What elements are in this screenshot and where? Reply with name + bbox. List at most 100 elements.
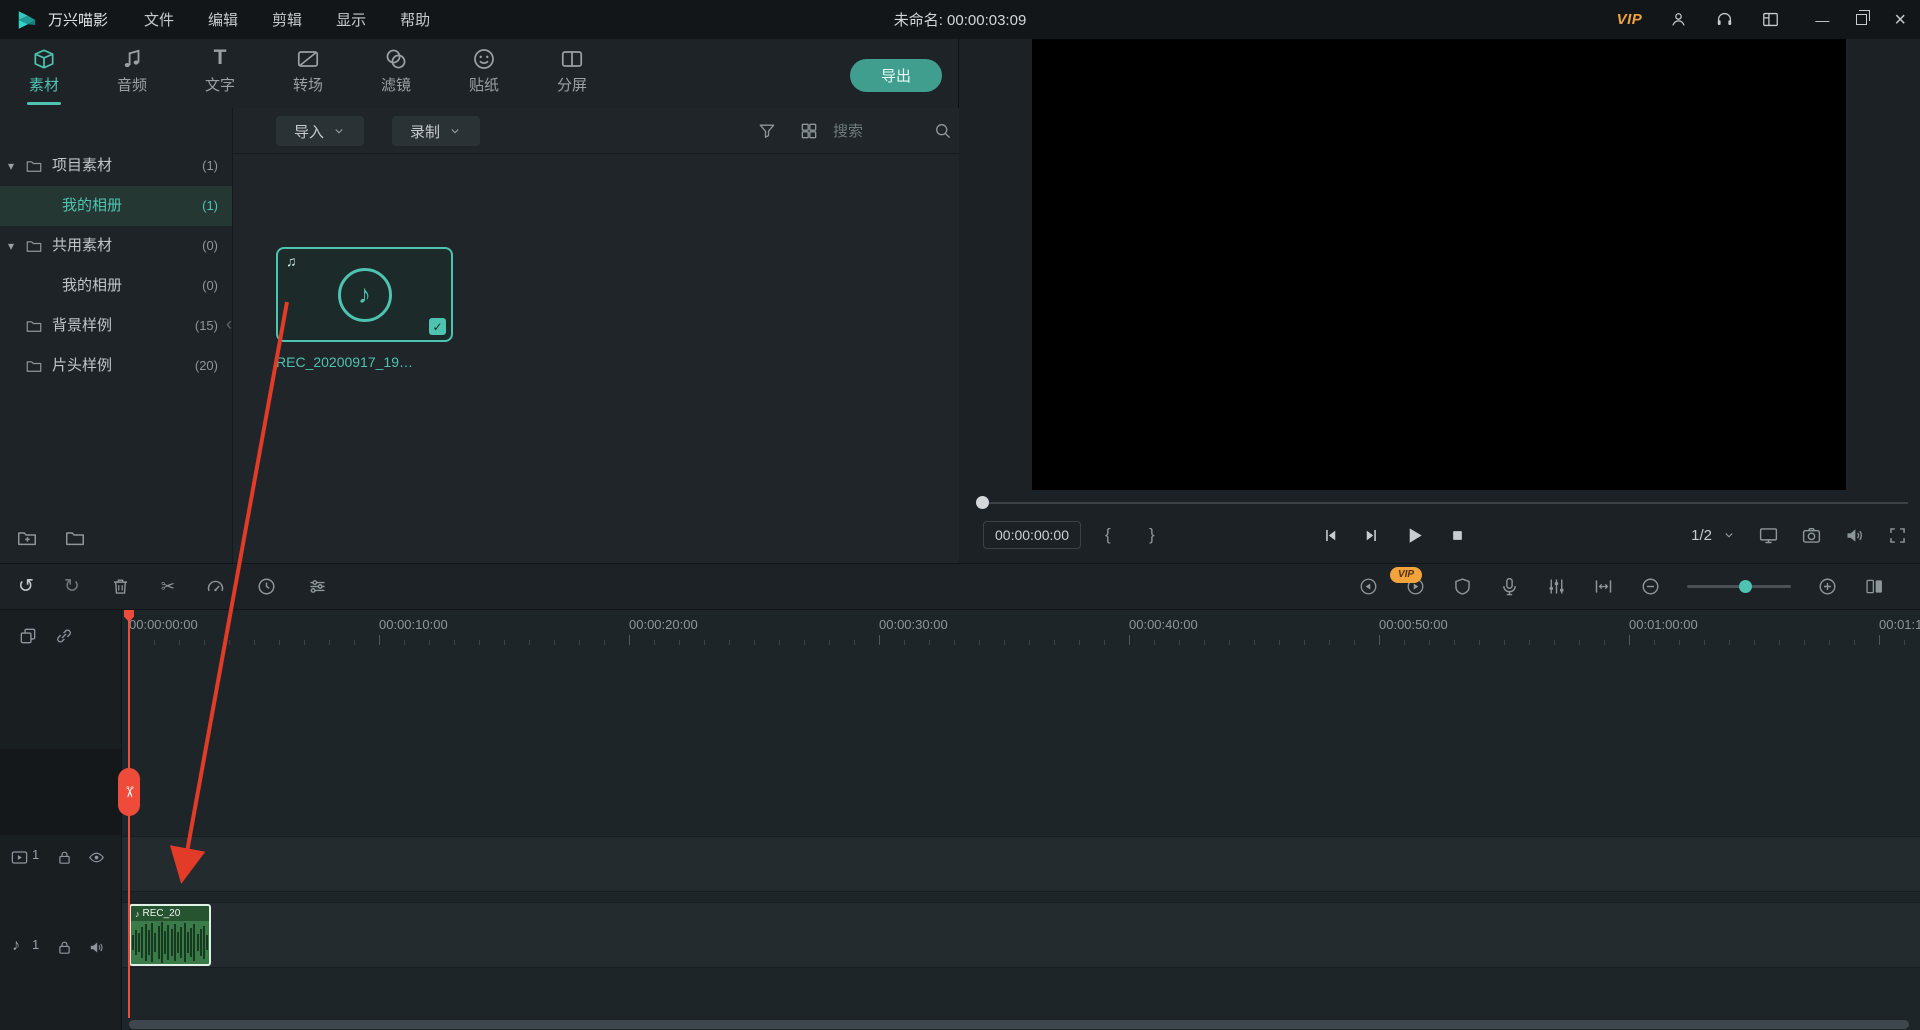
chevron-down-icon: [332, 124, 346, 138]
preview-options: 1/2: [1691, 519, 1908, 551]
manage-tracks-icon[interactable]: [18, 626, 38, 646]
undo-button[interactable]: ↺: [18, 577, 34, 596]
audio-mixer-icon[interactable]: [1546, 576, 1567, 597]
tree-item-my-album-shared[interactable]: 我的相册 (0): [0, 266, 232, 306]
next-frame-button[interactable]: [1362, 526, 1381, 545]
header-band: [0, 749, 121, 835]
zoom-slider[interactable]: [1687, 585, 1791, 588]
edit-tools: ↺ ↻ ✂: [18, 564, 328, 609]
stop-button[interactable]: [1448, 526, 1467, 545]
search-icon[interactable]: [933, 121, 952, 140]
scissors-icon: ✂: [120, 786, 138, 799]
snapshot-icon[interactable]: [1801, 525, 1822, 546]
filter-icon[interactable]: [757, 121, 777, 141]
menu-help[interactable]: 帮助: [400, 9, 430, 30]
zoom-in-icon[interactable]: [1817, 576, 1838, 597]
vip-badge[interactable]: VIP: [1617, 11, 1643, 28]
app-name: 万兴喵影: [48, 9, 108, 30]
audio-track-header: ♪ 1: [0, 933, 121, 963]
tab-filter[interactable]: 滤镜: [352, 44, 440, 105]
audio-file-icon: ♫: [286, 253, 297, 269]
tree-item-background-samples[interactable]: 背景样例 (15): [0, 306, 232, 346]
lock-track-icon[interactable]: [56, 849, 73, 866]
tab-media[interactable]: 素材: [0, 44, 88, 105]
lock-track-icon[interactable]: [56, 939, 73, 956]
add-folder-button[interactable]: [16, 527, 38, 549]
playback-quality-dropdown[interactable]: 1/2: [1691, 527, 1736, 544]
tree-item-project-media[interactable]: ▾ 项目素材 (1): [0, 146, 232, 186]
toggle-visibility-icon[interactable]: [88, 849, 105, 866]
preview-video[interactable]: [1032, 39, 1846, 490]
support-icon[interactable]: [1715, 10, 1734, 29]
tree-item-my-album[interactable]: 我的相册 (1): [0, 186, 232, 226]
voiceover-mic-icon[interactable]: [1499, 576, 1520, 597]
menu-edit[interactable]: 编辑: [208, 9, 238, 30]
toolbar-vip-badge: VIP: [1390, 567, 1422, 583]
minimize-button[interactable]: —: [1815, 12, 1829, 28]
adjust-button[interactable]: [307, 576, 328, 597]
menu-view[interactable]: 显示: [336, 9, 366, 30]
account-icon[interactable]: [1669, 10, 1688, 29]
display-device-icon[interactable]: [1758, 525, 1779, 546]
timeline-layout-icon[interactable]: [1864, 576, 1885, 597]
mute-track-icon[interactable]: [88, 939, 105, 956]
search-input[interactable]: [833, 118, 929, 144]
menu-clip[interactable]: 剪辑: [272, 9, 302, 30]
tree-item-shared-media[interactable]: ▾ 共用素材 (0): [0, 226, 232, 266]
item-count: (15): [195, 306, 218, 346]
split-screen-icon: [559, 46, 585, 72]
media-item[interactable]: ♫ ♪ ✓: [276, 247, 453, 342]
media-item-name[interactable]: REC_20200917_19…: [276, 354, 453, 370]
link-clips-icon[interactable]: [54, 626, 74, 646]
volume-icon[interactable]: [1844, 525, 1865, 546]
shield-icon[interactable]: [1452, 576, 1473, 597]
folder-icon: [25, 317, 43, 335]
speed-button[interactable]: [205, 576, 226, 597]
restore-button[interactable]: [1856, 14, 1867, 25]
mark-out-button[interactable]: }: [1149, 521, 1155, 549]
preview-panel: 00:00:00:00 { } 1/2: [959, 39, 1920, 563]
mark-in-button[interactable]: {: [1105, 521, 1111, 549]
import-dropdown[interactable]: 导入: [276, 116, 364, 146]
library-toolbar: 导入 录制: [233, 108, 959, 154]
item-count: (0): [202, 226, 218, 266]
collapse-panel-icon[interactable]: ‹: [226, 314, 232, 335]
video-track-lane[interactable]: [122, 836, 1920, 892]
tree-item-intro-samples[interactable]: 片头样例 (20): [0, 346, 232, 386]
tab-transition[interactable]: 转场: [264, 44, 352, 105]
menu-file[interactable]: 文件: [144, 9, 174, 30]
caret-down-icon[interactable]: ▾: [8, 226, 14, 266]
zoom-out-icon[interactable]: [1640, 576, 1661, 597]
duration-button[interactable]: [256, 576, 277, 597]
render-preview-icon[interactable]: [1358, 576, 1379, 597]
export-button[interactable]: 导出: [850, 59, 942, 92]
tab-splitscreen[interactable]: 分屏: [528, 44, 616, 105]
split-button[interactable]: ✂: [161, 578, 175, 595]
caret-down-icon[interactable]: ▾: [8, 146, 14, 186]
audio-clip[interactable]: ♪ REC_20: [129, 904, 211, 966]
quick-split-handle[interactable]: ✂: [118, 768, 140, 816]
zoom-slider-handle[interactable]: [1739, 580, 1752, 593]
selected-check-icon[interactable]: ✓: [429, 318, 446, 335]
tab-audio[interactable]: 音频: [88, 44, 176, 105]
fullscreen-icon[interactable]: [1887, 525, 1908, 546]
play-button[interactable]: [1403, 524, 1426, 547]
delete-button[interactable]: [110, 576, 131, 597]
tab-text[interactable]: T 文字: [176, 44, 264, 105]
seek-handle[interactable]: [976, 496, 989, 509]
view-grid-icon[interactable]: [799, 121, 819, 141]
previous-frame-button[interactable]: [1321, 526, 1340, 545]
timeline-scrollbar[interactable]: [129, 1020, 1909, 1029]
audio-track-lane[interactable]: [122, 902, 1920, 968]
redo-button[interactable]: ↻: [64, 577, 80, 596]
folder-button[interactable]: [64, 527, 86, 549]
timeline-ruler[interactable]: 00:00:00:00 00:00:10:00 00:00:20:00 00:0…: [122, 610, 1920, 647]
seek-bar[interactable]: [982, 502, 1908, 504]
close-button[interactable]: ×: [1894, 10, 1906, 30]
tab-sticker[interactable]: 贴纸: [440, 44, 528, 105]
record-dropdown[interactable]: 录制: [392, 116, 480, 146]
title-bar: 万兴喵影 文件 编辑 剪辑 显示 帮助 未命名: 00:00:03:09 VIP…: [0, 0, 1920, 39]
active-tab-underline: [27, 102, 61, 105]
zoom-fit-icon[interactable]: [1593, 576, 1614, 597]
workspace-layout-icon[interactable]: [1761, 10, 1780, 29]
